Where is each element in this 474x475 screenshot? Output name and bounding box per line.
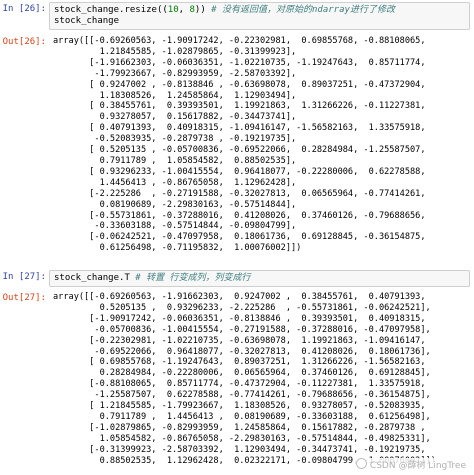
output-line: array([[-0.69260563, -1.90917242, -0.223… xyxy=(53,36,426,46)
output-line: [ 0.9247002 , -0.8138846 , -0.63698078, … xyxy=(53,79,426,90)
output-line: 1.18308526, 1.24585864, 1.12903494], xyxy=(53,90,297,101)
code-text: )) xyxy=(194,5,212,15)
output-line: [-1.02879865, -0.82993959, 1.24585864, 0… xyxy=(53,422,426,433)
in-prompt-27: In [27]: xyxy=(2,272,46,282)
output-line: 0.08190689, -2.29830163, -0.57514844], xyxy=(53,199,297,210)
output-line: [ 0.40791393, 0.40918315, -1.09416147, -… xyxy=(53,123,426,134)
code-input-26[interactable]: stock_change.resize((10, 8)) # 没有返回值，对原始… xyxy=(49,2,470,30)
output-line: 0.93278057, 0.15617882, -0.34473741], xyxy=(53,112,297,123)
output-line: [ 1.21845585, -1.79923667, 1.18308526, 0… xyxy=(53,401,426,412)
output-line: 0.28284984, -0.22280006, 0.06565964, 0.3… xyxy=(53,368,431,379)
code-number: 10 xyxy=(167,5,179,15)
output-line: -0.33603188, -0.57514844, -0.09804799], xyxy=(53,221,297,232)
output-line: [-0.22302981, -1.02210735, -0.63698078, … xyxy=(53,335,426,346)
output-line: [-0.06242521, -0.47097958, 0.18061736, 0… xyxy=(53,232,426,243)
output-line: 1.21845585, -1.02879865, -0.31399923], xyxy=(53,46,297,57)
output-line: 1.05854582, -0.86765058, -2.29830163, -0… xyxy=(53,433,431,444)
csdn-logo-icon xyxy=(355,458,367,469)
code-comment: # 转置 行变成列，列变成行 xyxy=(135,273,251,283)
output-line: [-0.55731861, -0.37288016, 0.41208026, 0… xyxy=(53,210,426,221)
code-comment: # 没有返回值，对原始的ndarray进行了修改 xyxy=(211,5,395,15)
output-line: [ 0.69855768, -1.19247643, 0.89037251, 1… xyxy=(53,357,426,368)
output-line: 0.5205135 , 0.93296233, -2.225286 , -0.5… xyxy=(53,302,431,313)
output-line: [ 0.5205135 , -0.05700836, -0.69522066, … xyxy=(53,145,426,156)
output-line: [-0.88108065, 0.85711774, -0.47372904, -… xyxy=(53,379,426,390)
output-area-26: array([[-0.69260563, -1.90917242, -0.223… xyxy=(53,36,472,258)
output-line: [ 0.38455761, 0.39393501, 1.19921863, 1.… xyxy=(53,101,426,112)
output-line: -0.52083935, -0.2879738 , -0.19219735], xyxy=(53,134,297,145)
output-line: -0.69522066, 0.96418077, -0.32027813, 0.… xyxy=(53,346,431,357)
output-line: -1.79923667, -0.82993959, -2.58703392], xyxy=(53,68,297,79)
out-prompt-26: Out[26]: xyxy=(2,37,46,47)
code-input-27[interactable]: stock_change.T # 转置 行变成列，列变成行 xyxy=(49,270,470,287)
out-prompt-27: Out[27]: xyxy=(2,293,46,303)
output-line: 0.7911789 , 1.4456413 , 0.08190689, -0.3… xyxy=(53,411,431,422)
code-text: , xyxy=(178,5,190,15)
output-line: 0.7911789 , 1.05854582, 0.88502535], xyxy=(53,155,297,166)
code-text: stock_change.T xyxy=(54,273,136,283)
output-line: [ 0.93296233, -1.00415554, 0.96418077, -… xyxy=(53,166,426,177)
output-line: 1.4456413 , -0.86765058, 1.12962428], xyxy=(53,177,297,188)
watermark: CSDN @薛树 LingTree xyxy=(353,458,468,471)
output-line: -1.25587507, 0.62278588, -0.77414261, -0… xyxy=(53,390,431,401)
code-text: stock_change xyxy=(54,16,120,26)
watermark-text: CSDN @薛树 LingTree xyxy=(369,461,466,471)
output-line: [-1.91662303, -0.06036351, -1.02210735, … xyxy=(53,57,426,68)
output-line: [-1.90917242, -0.06036351, -0.8138846 , … xyxy=(53,313,426,324)
output-line: 0.61256498, -0.71195832, 1.00076002]]) xyxy=(53,243,302,254)
output-line: [-2.225286 , -0.27191588, -0.32027813, 0… xyxy=(53,188,426,199)
output-area-27: array([[-0.69260563, -1.91662303, 0.9247… xyxy=(53,292,472,470)
code-text: stock_change.resize(( xyxy=(54,5,168,15)
output-line: [-0.31399923, -2.58703392, 1.12903494, -… xyxy=(53,444,426,455)
output-line: -0.05700836, -1.00415554, -0.27191588, -… xyxy=(53,324,431,335)
in-prompt-26: In [26]: xyxy=(2,4,46,14)
output-line: array([[-0.69260563, -1.91662303, 0.9247… xyxy=(53,292,426,302)
